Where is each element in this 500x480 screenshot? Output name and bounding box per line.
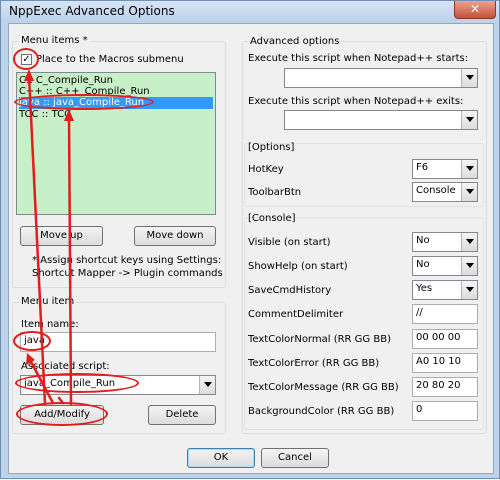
dialog-window: NppExec Advanced Options ✕ Menu items * … [0,0,500,479]
annotation-arrow-line [57,396,65,405]
arrowhead-icon [24,69,34,81]
annotation-arrow-line [67,113,73,406]
annotation-arrow-line [27,73,47,406]
annotation-arrows [24,69,74,406]
arrowhead-icon [64,109,74,121]
annotation-arrow-line [27,356,55,405]
